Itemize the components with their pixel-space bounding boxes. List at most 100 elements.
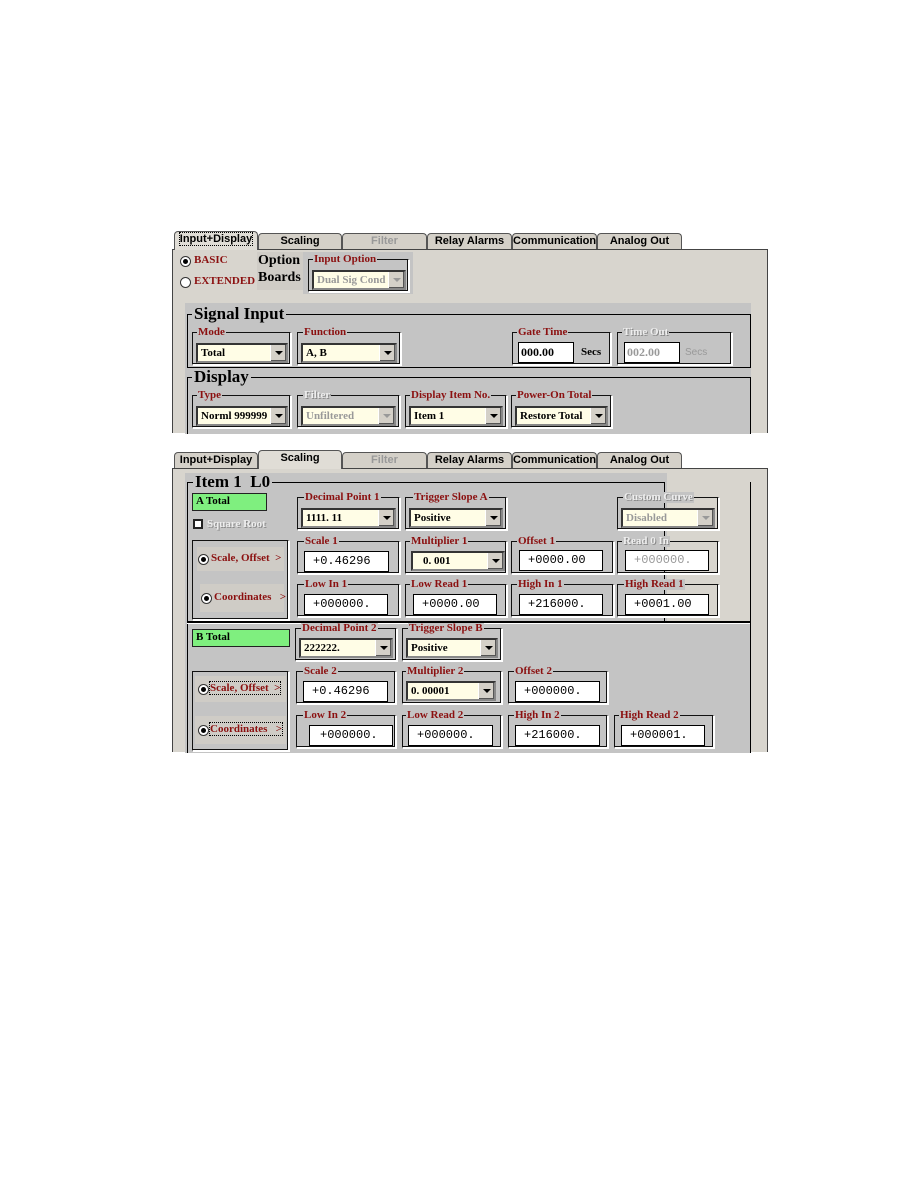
extended-label[interactable]: EXTENDED: [194, 275, 255, 287]
function-label: Function: [303, 326, 348, 338]
low-read-1-input[interactable]: +0000.00: [413, 594, 497, 615]
tab-input-display[interactable]: Input+Display: [174, 452, 258, 468]
gate-time-label: Gate Time: [517, 326, 569, 338]
square-root-checkbox[interactable]: [193, 519, 203, 529]
trigger-slope-b-select[interactable]: Positive: [406, 638, 498, 658]
display-title: Display: [192, 367, 251, 386]
high-read-2-label: High Read 2: [619, 709, 680, 721]
display-right: [750, 377, 751, 434]
scaling-window: Input+Display Scaling Filter Relay Alarm…: [172, 450, 768, 753]
high-read-1-input[interactable]: +0001.00: [625, 594, 709, 615]
b-coordinates-label[interactable]: Coordinates >: [209, 722, 283, 736]
filter-label: Filter: [303, 389, 332, 401]
low-in-1-input[interactable]: +000000.: [304, 594, 388, 615]
a-scale-offset-radio[interactable]: [198, 554, 209, 565]
decimal-point-2-select[interactable]: 222222.: [299, 638, 393, 658]
mode-select[interactable]: Total: [196, 343, 288, 363]
b-scale-offset-label[interactable]: Scale, Offset >: [208, 681, 282, 695]
filter-select[interactable]: Unfiltered: [301, 406, 396, 426]
multiplier-2-label: Multiplier 2: [406, 665, 465, 677]
a-coordinates-radio[interactable]: [201, 593, 212, 604]
high-read-2-input[interactable]: +000001.: [621, 725, 705, 746]
time-out-input[interactable]: 002.00: [624, 342, 680, 363]
chevron-down-icon[interactable]: [375, 640, 391, 656]
custom-curve-select[interactable]: Disabled: [621, 508, 715, 528]
chevron-down-icon[interactable]: [487, 553, 503, 569]
a-scale-offset-label[interactable]: Scale, Offset >: [211, 552, 281, 564]
scale-2-input[interactable]: +0.46296: [303, 681, 388, 702]
trigger-slope-a-select[interactable]: Positive: [409, 508, 503, 528]
tab-relay-alarms[interactable]: Relay Alarms: [427, 452, 512, 468]
b-total-badge: B Total: [192, 629, 290, 647]
chevron-down-icon[interactable]: [485, 408, 501, 424]
trigger-slope-a-label: Trigger Slope A: [413, 491, 489, 503]
chevron-down-icon[interactable]: [697, 510, 713, 526]
read0in-input[interactable]: +000000.: [625, 550, 709, 571]
scale-1-input[interactable]: +0.46296: [304, 551, 389, 572]
b-coordinates-radio[interactable]: [198, 725, 209, 736]
high-in-2-input[interactable]: +216000.: [515, 725, 600, 746]
tab-analog-out[interactable]: Analog Out: [597, 233, 682, 249]
tab-communication[interactable]: Communication: [512, 233, 597, 249]
chevron-down-icon[interactable]: [485, 510, 501, 526]
low-read-2-input[interactable]: +000000.: [408, 725, 493, 746]
a-coordinates-label[interactable]: Coordinates >: [214, 591, 286, 603]
basic-label[interactable]: BASIC: [194, 254, 228, 266]
tab-filter[interactable]: Filter: [342, 452, 427, 468]
item-title: Item 1 L0: [193, 472, 273, 491]
tab-scaling[interactable]: Scaling: [258, 233, 342, 249]
tab-input-display[interactable]: Input+Display: [174, 231, 258, 250]
input-option-select[interactable]: Dual Sig Cond: [312, 270, 406, 290]
tab-filter[interactable]: Filter: [342, 233, 427, 249]
function-select[interactable]: A, B: [301, 343, 397, 363]
high-in-1-input[interactable]: +216000.: [519, 594, 603, 615]
display-item-select[interactable]: Item 1: [409, 406, 503, 426]
b-scale-offset-radio[interactable]: [198, 684, 209, 695]
tab-relay-alarms[interactable]: Relay Alarms: [427, 233, 512, 249]
low-read-2-label: Low Read 2: [406, 709, 465, 721]
square-root-label[interactable]: Square Root: [206, 519, 267, 530]
offset-1-label: Offset 1: [517, 535, 556, 547]
high-read-1-label: High Read 1: [624, 578, 685, 590]
time-out-label: Time Out: [622, 326, 670, 338]
tab-analog-out[interactable]: Analog Out: [597, 452, 682, 468]
power-on-total-label: Power-On Total: [516, 389, 593, 401]
decimal-point-1-label: Decimal Point 1: [304, 491, 381, 503]
chevron-down-icon[interactable]: [378, 408, 394, 424]
low-read-1-label: Low Read 1: [410, 578, 469, 590]
chevron-down-icon[interactable]: [480, 640, 496, 656]
offset-2-input[interactable]: +000000.: [515, 681, 600, 702]
decimal-point-2-label: Decimal Point 2: [301, 622, 378, 634]
option-boards-button[interactable]: Option Boards: [257, 252, 303, 290]
chevron-down-icon[interactable]: [378, 510, 394, 526]
decimal-point-1-select[interactable]: 1111. 11: [301, 508, 396, 528]
low-in-2-input[interactable]: +000000.: [309, 725, 393, 746]
multiplier-1-select[interactable]: 0. 001: [411, 551, 505, 571]
chevron-down-icon[interactable]: [270, 408, 286, 424]
offset-1-input[interactable]: +0000.00: [519, 550, 603, 571]
multiplier-2-select[interactable]: 0. 00001: [406, 681, 496, 701]
gate-time-input[interactable]: 000.00: [518, 342, 574, 363]
tab-scaling[interactable]: Scaling: [258, 450, 342, 469]
a-total-badge: A Total: [192, 493, 267, 511]
type-label: Type: [197, 389, 223, 401]
chevron-down-icon[interactable]: [478, 683, 494, 699]
extended-radio[interactable]: [180, 277, 191, 288]
input-option-label: Input Option: [313, 253, 378, 265]
chevron-down-icon[interactable]: [388, 272, 404, 288]
read0in-label: Read 0 In: [622, 535, 670, 547]
input-display-panel: BASIC EXTENDED Option Boards Input Optio…: [172, 249, 768, 434]
power-on-total-select[interactable]: Restore Total: [515, 406, 608, 426]
scale-2-label: Scale 2: [303, 665, 338, 677]
gate-time-unit: Secs: [581, 346, 602, 358]
trigger-slope-b-label: Trigger Slope B: [408, 622, 484, 634]
option-boards-line2: Boards: [258, 270, 301, 285]
tab-communication[interactable]: Communication: [512, 452, 597, 468]
b-right: [750, 482, 751, 753]
display-rule: [187, 377, 751, 378]
chevron-down-icon[interactable]: [590, 408, 606, 424]
chevron-down-icon[interactable]: [379, 345, 395, 361]
type-select[interactable]: Norml 999999: [196, 406, 288, 426]
basic-radio[interactable]: [180, 256, 191, 267]
chevron-down-icon[interactable]: [270, 345, 286, 361]
